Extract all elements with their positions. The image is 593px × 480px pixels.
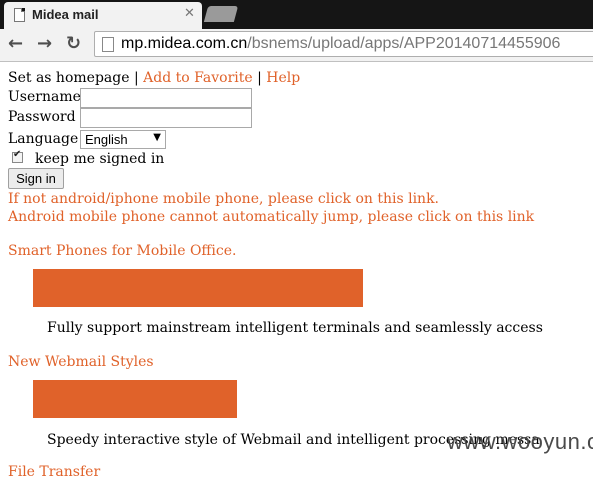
watermark-text: www.wooyun.org [447,429,593,454]
section-title-smart-phones: Smart Phones for Mobile Office. [8,243,237,259]
smart-phones-banner [33,269,363,307]
tab-close-icon[interactable]: ✕ [184,6,195,22]
sign-in-button[interactable]: Sign in [8,168,64,189]
page-icon [102,37,114,52]
checkmark-icon: ✔ [13,149,22,160]
language-label: Language [8,131,79,147]
help-link[interactable]: Help [266,70,300,86]
page-favicon-icon [14,8,25,22]
smart-phones-description: Fully support mainstream intelligent ter… [47,320,543,336]
header-links: Set as homepage | Add to Favorite | Help [8,70,300,86]
username-label: Username [8,89,81,105]
separator: | [133,70,139,86]
android-notice-link[interactable]: Android mobile phone cannot automaticall… [8,209,534,225]
browser-tab[interactable]: Midea mail ✕ [4,2,202,29]
keep-signed-in-label: keep me signed in [35,151,165,167]
section-title-file-transfer: File Transfer [8,464,101,480]
password-label: Password [8,109,76,125]
reload-icon[interactable]: ↻ [66,33,81,55]
password-input[interactable] [80,108,252,128]
separator: | [257,70,262,86]
language-selected-value: English [85,132,128,147]
url-path: /bsnems/upload/apps/APP20140714455906 [247,35,561,52]
language-select[interactable]: English ▼ [80,130,166,149]
dropdown-arrow-icon: ▼ [153,132,161,143]
browser-tab-strip: Midea mail ✕ [0,0,593,29]
keep-signed-in-checkbox[interactable]: ✔ [12,149,23,163]
back-arrow-icon[interactable]: ← [8,33,23,55]
add-favorite-link[interactable]: Add to Favorite [143,70,253,86]
non-mobile-notice-link[interactable]: If not android/iphone mobile phone, plea… [8,191,439,207]
browser-toolbar: ← → ↻ mp.midea.com.cn/bsnems/upload/apps… [0,29,593,62]
username-input[interactable] [80,88,252,108]
section-title-webmail-styles: New Webmail Styles [8,354,154,370]
forward-arrow-icon[interactable]: → [37,33,52,55]
webmail-styles-banner [33,380,237,418]
new-tab-button[interactable] [203,6,239,22]
set-homepage-text[interactable]: Set as homepage [8,70,130,86]
address-bar[interactable]: mp.midea.com.cn/bsnems/upload/apps/APP20… [94,31,593,57]
tab-title: Midea mail [32,7,99,22]
url-text: mp.midea.com.cn/bsnems/upload/apps/APP20… [121,35,560,53]
url-host: mp.midea.com.cn [121,35,248,52]
